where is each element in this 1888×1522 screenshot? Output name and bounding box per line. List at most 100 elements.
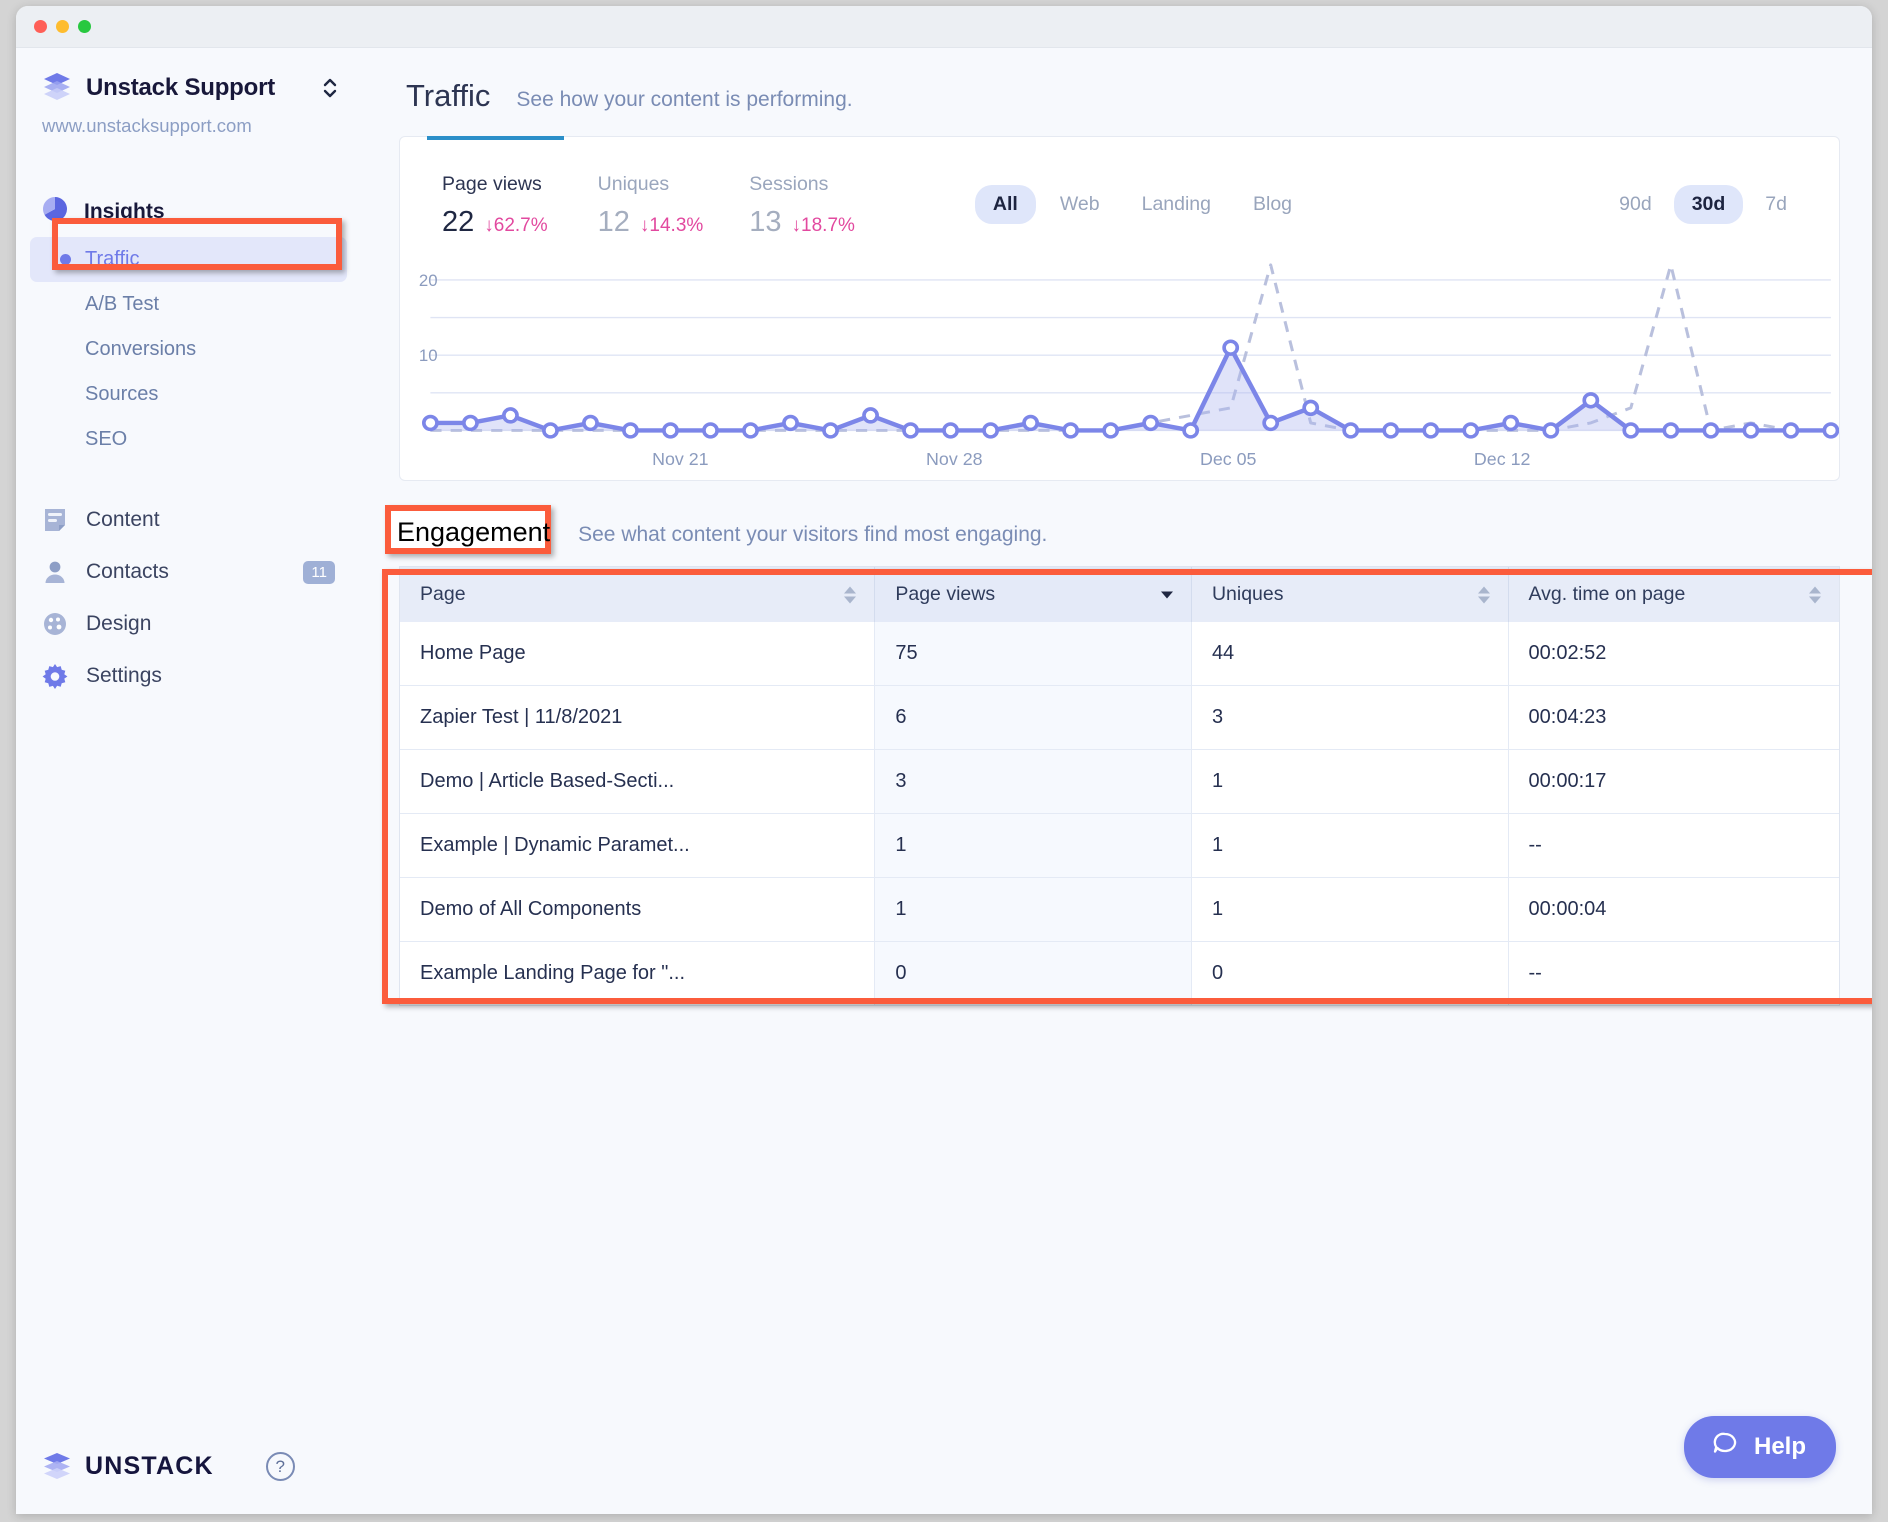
sort-icon[interactable] xyxy=(844,586,856,603)
metric-uniques-value: 12 xyxy=(598,206,630,239)
sidebar-item-contacts[interactable]: Contacts 11 xyxy=(16,546,361,598)
engagement-subtitle: See what content your visitors find most… xyxy=(578,523,1047,547)
svg-text:Nov 28: Nov 28 xyxy=(926,449,983,469)
filter-blog[interactable]: Blog xyxy=(1235,185,1310,224)
layers-icon xyxy=(42,1449,72,1484)
person-icon xyxy=(42,559,68,585)
cell-uniques: 0 xyxy=(1191,942,1508,1006)
help-button[interactable]: Help xyxy=(1684,1416,1836,1478)
workspace-switcher[interactable]: Unstack Support xyxy=(16,70,361,105)
traffic-line-chart[interactable]: 1020Nov 21Nov 28Dec 05Dec 12 xyxy=(400,257,1839,480)
cell-page-views: 6 xyxy=(875,686,1192,750)
maximize-window-button[interactable] xyxy=(78,20,91,33)
unstack-wordmark: UNSTACK xyxy=(85,1452,214,1481)
column-header-avg-time[interactable]: Avg. time on page xyxy=(1508,567,1839,622)
app-body: Unstack Support www.unstacksupport.com xyxy=(16,48,1872,1514)
sidebar-item-ab-test-label: A/B Test xyxy=(85,293,159,316)
page-title: Traffic xyxy=(406,78,490,114)
minimize-window-button[interactable] xyxy=(56,20,69,33)
desktop-background: Unstack Support www.unstacksupport.com xyxy=(0,0,1888,1522)
range-30d[interactable]: 30d xyxy=(1674,185,1744,224)
range-90d[interactable]: 90d xyxy=(1601,185,1670,224)
range-7d[interactable]: 7d xyxy=(1747,185,1805,224)
cell-avg-time: 00:00:04 xyxy=(1508,878,1839,942)
sidebar-item-sources[interactable]: Sources xyxy=(30,372,347,417)
cell-page: Demo of All Components xyxy=(400,878,875,942)
insights-nav-group: Insights Traffic A/B Test Conversions So… xyxy=(16,187,361,462)
svg-text:10: 10 xyxy=(419,346,438,365)
question-circle-icon[interactable]: ? xyxy=(266,1452,295,1481)
close-window-button[interactable] xyxy=(34,20,47,33)
contacts-count-badge: 11 xyxy=(303,561,335,584)
unstack-logo: UNSTACK xyxy=(42,1449,214,1484)
window-titlebar xyxy=(16,6,1872,48)
sort-icon[interactable] xyxy=(1478,586,1490,603)
sidebar-item-insights[interactable]: Insights xyxy=(16,187,361,237)
cell-uniques: 44 xyxy=(1191,622,1508,686)
metric-uniques[interactable]: Uniques 12 ↓14.3% xyxy=(548,173,704,239)
sidebar-item-conversions[interactable]: Conversions xyxy=(30,327,347,372)
sidebar-item-design[interactable]: Design xyxy=(16,598,361,650)
svg-text:Dec 12: Dec 12 xyxy=(1474,449,1531,469)
sidebar-item-seo[interactable]: SEO xyxy=(30,417,347,462)
main-content: Traffic See how your content is performi… xyxy=(361,48,1872,1514)
cell-page: Home Page xyxy=(400,622,875,686)
cell-page-views: 3 xyxy=(875,750,1192,814)
column-header-page[interactable]: Page xyxy=(400,567,875,622)
column-header-uniques-label: Uniques xyxy=(1212,583,1284,605)
engagement-table-card: Page Page views Uniques xyxy=(399,566,1840,1006)
cell-page-views: 1 xyxy=(875,814,1192,878)
table-row[interactable]: Demo | Article Based-Secti...3100:00:17 xyxy=(400,750,1839,814)
chart-label-layer: 1020Nov 21Nov 28Dec 05Dec 12 xyxy=(400,257,1839,480)
table-row[interactable]: Example | Dynamic Paramet...11-- xyxy=(400,814,1839,878)
engagement-table: Page Page views Uniques xyxy=(400,567,1839,1005)
cell-page-views: 75 xyxy=(875,622,1192,686)
sidebar-item-ab-test[interactable]: A/B Test xyxy=(30,282,347,327)
sidebar-item-content[interactable]: Content xyxy=(16,494,361,546)
column-header-uniques[interactable]: Uniques xyxy=(1191,567,1508,622)
sidebar-item-traffic[interactable]: Traffic xyxy=(30,237,347,282)
cell-uniques: 1 xyxy=(1191,750,1508,814)
table-row[interactable]: Demo of All Components1100:00:04 xyxy=(400,878,1839,942)
cell-avg-time: -- xyxy=(1508,942,1839,1006)
app-window: Unstack Support www.unstacksupport.com xyxy=(16,6,1872,1514)
sidebar-item-contacts-label: Contacts xyxy=(86,560,285,584)
cell-avg-time: -- xyxy=(1508,814,1839,878)
active-dot-icon xyxy=(60,254,71,265)
sort-icon-active[interactable] xyxy=(1161,591,1173,598)
sidebar-item-seo-label: SEO xyxy=(85,428,127,451)
active-dot-icon xyxy=(60,434,71,445)
table-row[interactable]: Zapier Test | 11/8/20216300:04:23 xyxy=(400,686,1839,750)
svg-text:20: 20 xyxy=(419,271,438,290)
active-dot-icon xyxy=(60,299,71,310)
cell-page: Zapier Test | 11/8/2021 xyxy=(400,686,875,750)
sidebar: Unstack Support www.unstacksupport.com xyxy=(16,48,361,1514)
filter-all[interactable]: All xyxy=(975,185,1036,224)
filter-landing[interactable]: Landing xyxy=(1124,185,1229,224)
sidebar-item-insights-label: Insights xyxy=(84,200,165,224)
metric-page-views[interactable]: Page views 22 ↓62.7% xyxy=(400,173,548,239)
metric-sessions-value: 13 xyxy=(749,206,781,239)
active-dot-icon xyxy=(60,344,71,355)
column-header-avg-time-label: Avg. time on page xyxy=(1529,583,1686,605)
metric-page-views-delta: ↓62.7% xyxy=(484,215,547,237)
table-head: Page Page views Uniques xyxy=(400,567,1839,622)
filter-web[interactable]: Web xyxy=(1042,185,1118,224)
metric-sessions[interactable]: Sessions 13 ↓18.7% xyxy=(703,173,855,239)
chevron-up-down-icon[interactable] xyxy=(321,74,339,102)
table-row[interactable]: Example Landing Page for "...00-- xyxy=(400,942,1839,1006)
cell-uniques: 3 xyxy=(1191,686,1508,750)
column-header-page-label: Page xyxy=(420,583,466,605)
sidebar-item-settings-label: Settings xyxy=(86,664,335,688)
metric-page-views-label: Page views xyxy=(442,173,548,196)
metric-sessions-delta: ↓18.7% xyxy=(792,215,855,237)
sidebar-item-traffic-label: Traffic xyxy=(85,248,139,271)
column-header-page-views[interactable]: Page views xyxy=(875,567,1192,622)
palette-icon xyxy=(42,611,68,637)
chat-bubble-icon xyxy=(1710,1429,1740,1466)
table-row[interactable]: Home Page754400:02:52 xyxy=(400,622,1839,686)
sidebar-item-settings[interactable]: Settings xyxy=(16,650,361,702)
sort-icon[interactable] xyxy=(1809,586,1821,603)
sidebar-item-design-label: Design xyxy=(86,612,335,636)
engagement-header: Engagement See what content your visitor… xyxy=(391,481,1848,566)
